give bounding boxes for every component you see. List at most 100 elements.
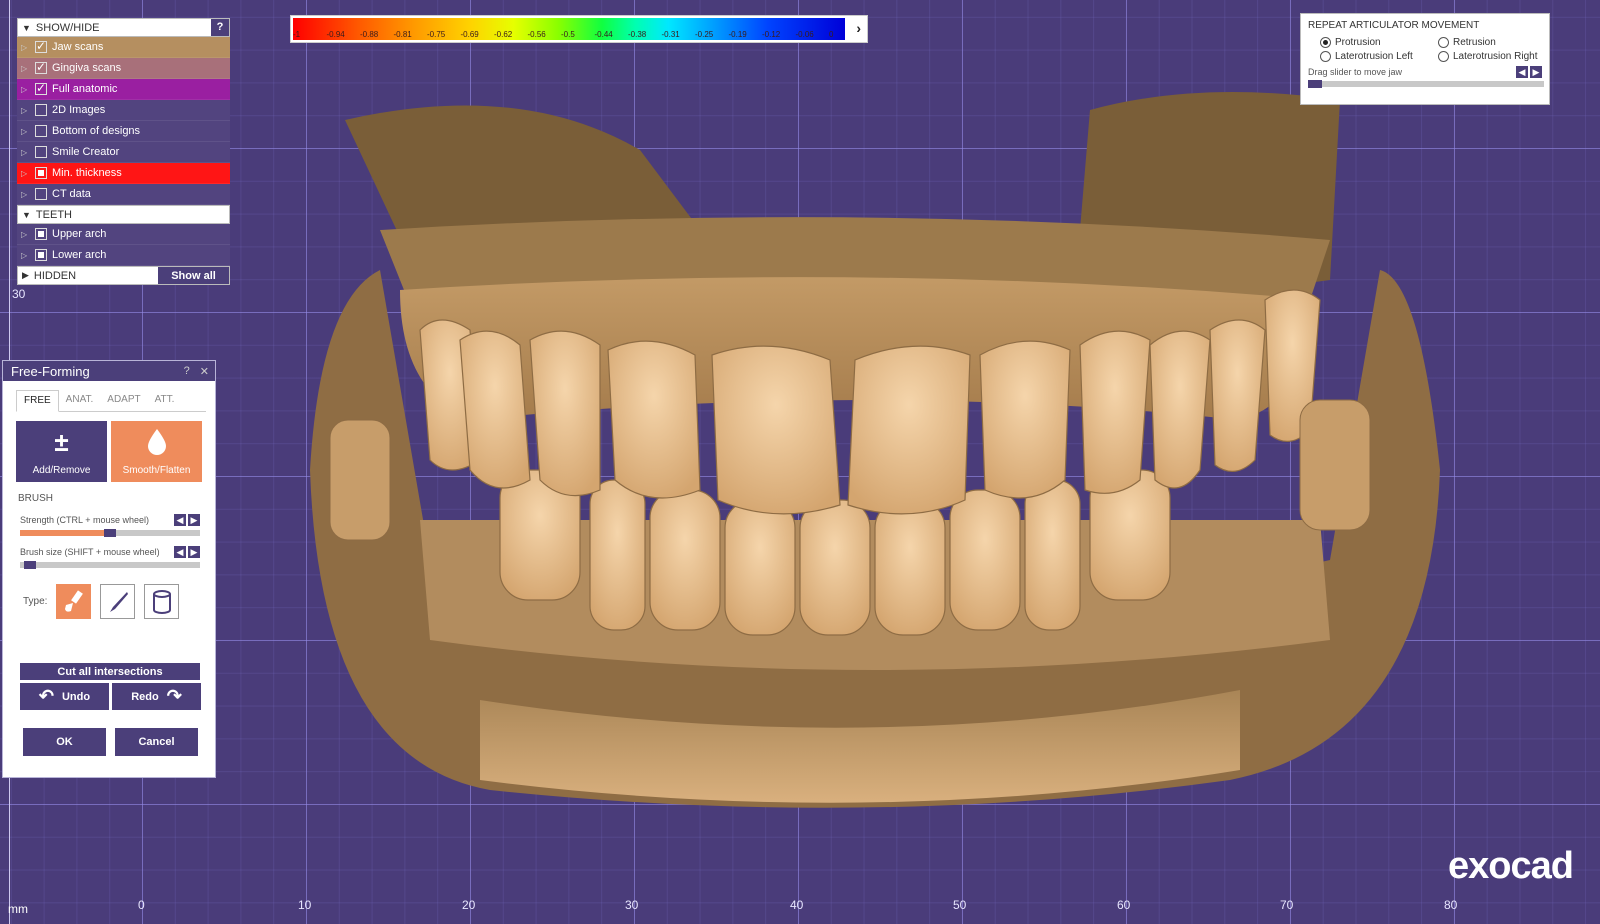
radio-button-icon[interactable]	[1438, 37, 1449, 48]
tab-att[interactable]: ATT.	[148, 390, 182, 411]
layer-row[interactable]: ▷ Min. thickness	[17, 163, 230, 184]
color-scale-label: -0.12	[762, 30, 781, 39]
layer-row[interactable]: ▷ Smile Creator	[17, 142, 230, 163]
add-remove-label: Add/Remove	[32, 465, 91, 476]
layer-label: Lower arch	[52, 249, 107, 261]
color-scale-label: -0.06	[795, 30, 814, 39]
expand-triangle-icon[interactable]: ▷	[21, 85, 35, 94]
strength-increase-button[interactable]: ▶	[188, 514, 200, 526]
unit-label: mm	[8, 902, 28, 916]
close-icon[interactable]: ✕	[200, 365, 209, 378]
show-hide-header[interactable]: ▼ SHOW/HIDE ?	[17, 18, 230, 37]
layer-row[interactable]: ▷ 2D Images	[17, 100, 230, 121]
tab-free[interactable]: FREE	[16, 390, 59, 412]
expand-triangle-icon[interactable]: ▷	[21, 43, 35, 52]
tab-anat[interactable]: ANAT.	[59, 390, 101, 411]
layer-row[interactable]: ▷ Upper arch	[17, 224, 230, 245]
hidden-row[interactable]: ▶ HIDDEN Show all	[17, 266, 230, 285]
strength-label: Strength (CTRL + mouse wheel)	[20, 515, 149, 525]
layer-row[interactable]: ▷ Jaw scans	[17, 37, 230, 58]
visibility-checkbox[interactable]	[35, 125, 47, 137]
cancel-button[interactable]: Cancel	[115, 728, 198, 756]
show-hide-panel: ▼ SHOW/HIDE ? ▷ Jaw scans ▷ Gingiva scans ▷ F…	[17, 18, 230, 285]
color-scale-label: -0.94	[326, 30, 345, 39]
brush-type-thin-button[interactable]	[100, 584, 136, 619]
visibility-checkbox[interactable]	[35, 188, 47, 200]
visibility-checkbox[interactable]	[35, 39, 47, 53]
color-scale-label: -0.75	[427, 30, 446, 39]
color-scale-label: -0.62	[494, 30, 513, 39]
layer-row[interactable]: ▷ Gingiva scans	[17, 58, 230, 79]
cut-all-intersections-button[interactable]: Cut all intersections	[20, 663, 200, 680]
expand-triangle-icon[interactable]: ▷	[21, 106, 35, 115]
expand-triangle-icon[interactable]: ▷	[21, 190, 35, 199]
layer-label: CT data	[52, 188, 91, 200]
show-hide-title: SHOW/HIDE	[35, 21, 100, 34]
visibility-checkbox[interactable]	[35, 249, 47, 261]
layer-row[interactable]: ▷ CT data	[17, 184, 230, 205]
color-scale-label: -0.38	[628, 30, 647, 39]
radio-laterotrusion-right[interactable]: Laterotrusion Right	[1438, 51, 1558, 62]
expand-triangle-icon[interactable]: ▷	[21, 169, 35, 178]
brush-size-increase-button[interactable]: ▶	[188, 546, 200, 558]
strength-decrease-button[interactable]: ◀	[174, 514, 186, 526]
expand-triangle-icon[interactable]: ▷	[21, 230, 35, 239]
color-scale-expand-icon[interactable]: ›	[856, 20, 861, 36]
help-button[interactable]: ?	[211, 19, 229, 36]
expand-triangle-icon[interactable]: ▷	[21, 148, 35, 157]
jaw-movement-slider[interactable]	[1308, 80, 1544, 88]
visibility-checkbox[interactable]	[35, 167, 47, 179]
expand-triangle-icon[interactable]: ▷	[21, 64, 35, 73]
visibility-checkbox[interactable]	[35, 60, 47, 74]
visibility-checkbox[interactable]	[35, 81, 47, 95]
teeth-header[interactable]: ▼ TEETH	[17, 205, 230, 224]
add-remove-button[interactable]: ± Add/Remove	[16, 421, 107, 482]
x-tick-label: 0	[138, 898, 145, 912]
dialog-titlebar[interactable]: Free-Forming ? ✕	[3, 361, 215, 381]
undo-button[interactable]: ↶ Undo	[20, 683, 109, 710]
jaw-step-forward-button[interactable]: ▶	[1530, 66, 1542, 78]
x-tick-label: 10	[298, 898, 312, 912]
visibility-checkbox[interactable]	[35, 146, 47, 158]
radio-button-icon[interactable]	[1320, 51, 1331, 62]
radio-button-icon[interactable]	[1438, 51, 1449, 62]
radio-protrusion[interactable]: Protrusion	[1320, 37, 1438, 48]
brush-size-decrease-button[interactable]: ◀	[174, 546, 186, 558]
x-tick-label: 70	[1280, 898, 1294, 912]
brush-size-slider-thumb[interactable]	[23, 561, 36, 569]
show-all-button[interactable]: Show all	[158, 267, 229, 284]
radio-retrusion[interactable]: Retrusion	[1438, 37, 1558, 48]
layer-row[interactable]: ▷ Full anatomic	[17, 79, 230, 100]
help-icon[interactable]: ?	[184, 365, 190, 378]
articulator-title: REPEAT ARTICULATOR MOVEMENT	[1308, 20, 1480, 31]
layer-row[interactable]: ▷ Bottom of designs	[17, 121, 230, 142]
layer-row[interactable]: ▷ Lower arch	[17, 245, 230, 266]
jaw-step-back-button[interactable]: ◀	[1516, 66, 1528, 78]
y-tick-label: 30	[12, 287, 26, 301]
expand-triangle-icon[interactable]: ▷	[21, 251, 35, 260]
brush-type-cylinder-button[interactable]	[144, 584, 180, 619]
visibility-checkbox[interactable]	[35, 228, 47, 240]
strength-slider[interactable]	[20, 529, 200, 537]
strength-slider-thumb[interactable]	[104, 529, 116, 537]
undo-icon: ↶	[38, 686, 54, 706]
radio-button-icon[interactable]	[1320, 37, 1331, 48]
radio-laterotrusion-left[interactable]: Laterotrusion Left	[1320, 51, 1438, 62]
redo-button[interactable]: Redo ↷	[112, 683, 201, 710]
exocad-logo: exocad	[1448, 845, 1574, 887]
redo-icon: ↷	[166, 686, 182, 706]
smooth-flatten-button[interactable]: Smooth/Flatten	[111, 421, 202, 482]
jaw-slider-thumb[interactable]	[1308, 80, 1322, 88]
ok-button[interactable]: OK	[23, 728, 106, 756]
redo-label: Redo	[131, 690, 159, 703]
expand-triangle-icon[interactable]: ▷	[21, 127, 35, 136]
visibility-checkbox[interactable]	[35, 104, 47, 116]
tab-adapt[interactable]: ADAPT	[100, 390, 147, 411]
brush-size-slider[interactable]	[20, 561, 200, 569]
brush-type-paint-button[interactable]	[56, 584, 92, 619]
layer-label: Full anatomic	[52, 83, 118, 95]
radio-label: Laterotrusion Right	[1453, 51, 1538, 62]
radio-label: Protrusion	[1335, 37, 1381, 48]
cylinder-icon	[152, 589, 171, 614]
dental-model-3d[interactable]	[0, 0, 1600, 924]
